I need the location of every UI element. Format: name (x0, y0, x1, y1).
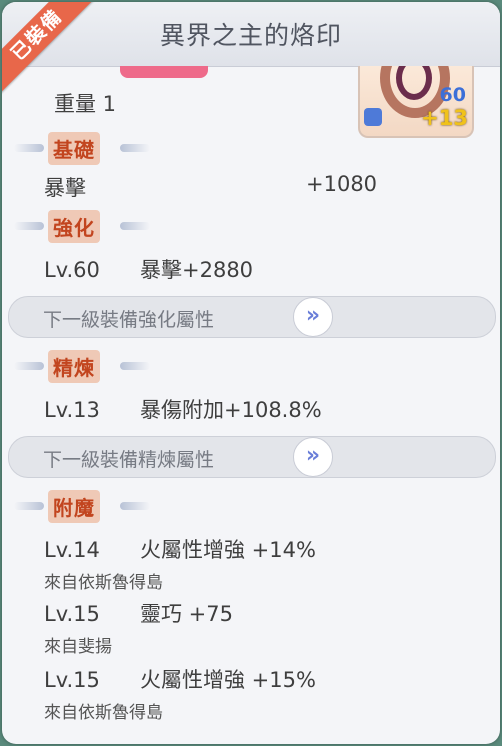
enchant-source: 來自依斯魯得島 (44, 703, 163, 723)
wing-right-icon (120, 502, 150, 510)
enchant-level: Lv.15 (44, 602, 100, 626)
wing-right-icon (120, 144, 150, 152)
wing-right-icon (120, 362, 150, 370)
section-base-header: 基礎 (12, 132, 162, 165)
enhance-row: Lv.60 暴擊+2880 (44, 254, 253, 284)
next-enhance-bar[interactable]: 下一級裝備強化屬性 » (8, 296, 496, 338)
enchant-source: 來自依斯魯得島 (44, 573, 163, 593)
item-icon-plus: +13 (421, 106, 468, 130)
wing-left-icon (14, 502, 44, 510)
rarity-tab (120, 66, 208, 78)
item-icon[interactable]: 60 +13 (358, 66, 474, 138)
refine-effect: 暴傷附加+108.8% (140, 398, 322, 422)
enchant-source: 來自斐揚 (44, 637, 112, 657)
wing-left-icon (14, 144, 44, 152)
next-enhance-button[interactable]: » (293, 297, 333, 337)
enchant-effect: 火屬性增強 +14% (140, 538, 316, 562)
base-stat-name: 暴擊 (44, 176, 86, 200)
wing-right-icon (120, 222, 150, 230)
next-enhance-label: 下一級裝備強化屬性 (43, 309, 215, 331)
enchant-row: Lv.15 靈巧 +75 (44, 598, 233, 628)
section-enhance-label: 強化 (48, 210, 100, 243)
enchant-level: Lv.14 (44, 538, 100, 562)
refine-row: Lv.13 暴傷附加+108.8% (44, 394, 322, 424)
enchant-effect: 靈巧 +75 (140, 602, 233, 626)
enchant-effect: 火屬性增強 +15% (140, 668, 316, 692)
section-refine-header: 精煉 (12, 350, 162, 383)
item-weight: 重量 1 (54, 92, 117, 116)
enhance-effect: 暴擊+2880 (140, 258, 254, 282)
enchant-row: Lv.14 火屬性增強 +14% (44, 534, 316, 564)
section-enchant-header: 附魔 (12, 490, 162, 523)
section-base-label: 基礎 (48, 132, 100, 165)
item-icon-number: 60 (439, 84, 466, 106)
wing-left-icon (14, 362, 44, 370)
section-enchant-label: 附魔 (48, 490, 100, 523)
enchant-level: Lv.15 (44, 668, 100, 692)
section-enhance-header: 強化 (12, 210, 162, 243)
next-refine-label: 下一級裝備精煉屬性 (43, 449, 215, 471)
item-title: 異界之主的烙印 (159, 21, 342, 50)
base-stat-value: +1080 (306, 172, 378, 196)
gem-icon (364, 108, 382, 126)
refine-level: Lv.13 (44, 398, 100, 422)
next-refine-bar[interactable]: 下一級裝備精煉屬性 » (8, 436, 496, 478)
next-refine-button[interactable]: » (293, 437, 333, 477)
section-refine-label: 精煉 (48, 350, 100, 383)
enchant-row: Lv.15 火屬性增強 +15% (44, 664, 316, 694)
item-detail-panel: 異界之主的烙印 已裝備 60 +13 重量 1 基礎 暴擊 +1080 強化 L… (2, 2, 500, 744)
enhance-level: Lv.60 (44, 258, 100, 282)
base-stat-row: 暴擊 (44, 172, 86, 202)
wing-left-icon (14, 222, 44, 230)
